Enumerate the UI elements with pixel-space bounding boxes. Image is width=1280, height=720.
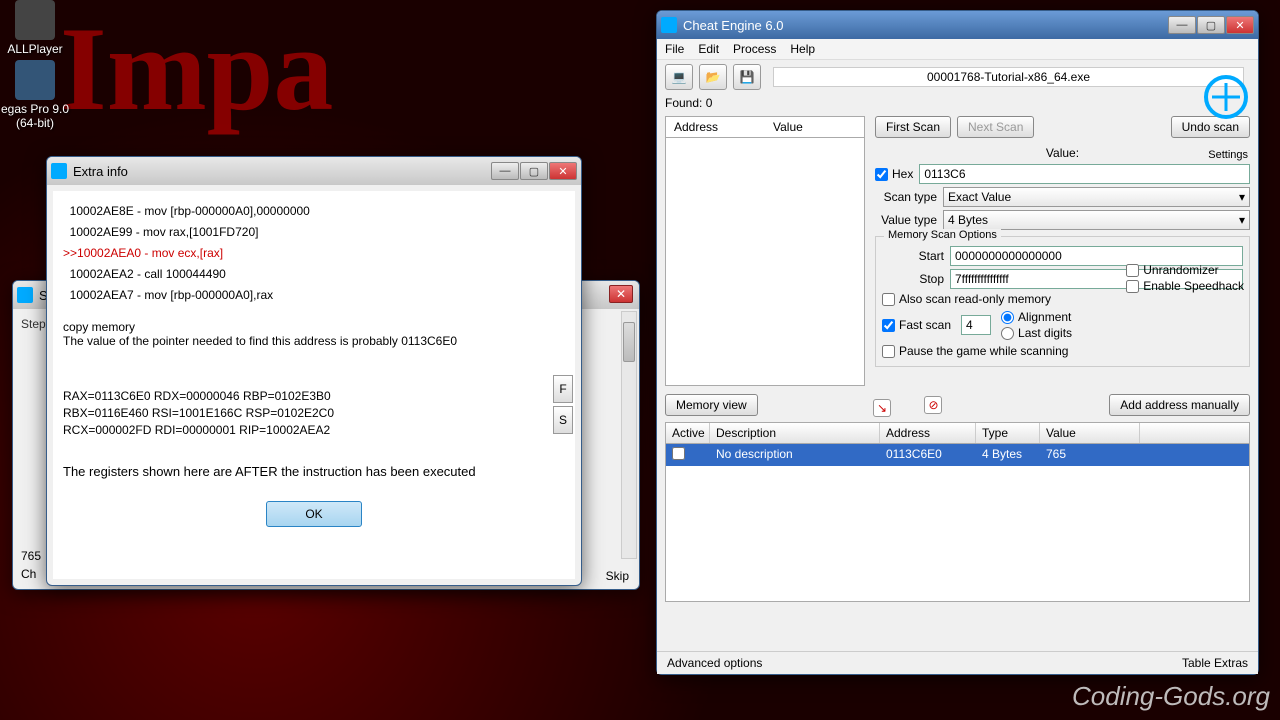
pointer-hint: The value of the pointer needed to find … — [63, 334, 565, 348]
menubar: File Edit Process Help — [657, 39, 1258, 60]
unrandomizer-label: Unrandomizer — [1143, 263, 1218, 277]
maximize-button[interactable]: ▢ — [520, 162, 548, 180]
cell-value[interactable]: 765 — [1040, 444, 1140, 466]
first-scan-button[interactable]: First Scan — [875, 116, 951, 138]
readonly-label: Also scan read-only memory — [899, 292, 1051, 306]
minimize-button[interactable]: — — [491, 162, 519, 180]
desktop-icon-allplayer[interactable]: ALLPlayer — [0, 0, 70, 56]
col-type[interactable]: Type — [976, 423, 1040, 443]
scan-type-label: Scan type — [875, 190, 937, 204]
address-table[interactable]: Active Description Address Type Value No… — [665, 422, 1250, 602]
open-process-button[interactable]: 💻 — [665, 64, 693, 90]
app-icon — [661, 17, 677, 33]
col-description[interactable]: Description — [710, 423, 880, 443]
disassembly: 10002AE8E - mov [rbp-000000A0],00000000 … — [63, 201, 565, 306]
close-button[interactable]: ✕ — [609, 285, 633, 303]
pause-label: Pause the game while scanning — [899, 344, 1068, 358]
add-address-button[interactable]: Add address manually — [1109, 394, 1250, 416]
ok-button[interactable]: OK — [266, 501, 362, 527]
cell-type[interactable]: 4 Bytes — [976, 444, 1040, 466]
icon-label: egas Pro 9.0 (64-bit) — [0, 102, 70, 130]
skip-button[interactable]: Skip — [606, 569, 629, 583]
lastdigits-radio[interactable] — [1001, 327, 1014, 340]
tutorial-value: 765 — [21, 549, 41, 563]
s-button[interactable]: S — [553, 406, 573, 434]
register-note: The registers shown here are AFTER the i… — [63, 464, 565, 479]
close-button[interactable]: ✕ — [549, 162, 577, 180]
app-icon — [15, 0, 55, 40]
extra-info-window: Extra info — ▢ ✕ 10002AE8E - mov [rbp-00… — [46, 156, 582, 586]
open-file-button[interactable]: 📂 — [699, 64, 727, 90]
readonly-checkbox[interactable] — [882, 293, 895, 306]
hex-label: Hex — [892, 167, 913, 181]
unrandomizer-checkbox[interactable] — [1126, 264, 1139, 277]
fastscan-checkbox[interactable] — [882, 319, 895, 332]
minimize-button[interactable]: — — [1168, 16, 1196, 34]
lastdigits-label: Last digits — [1018, 326, 1072, 340]
window-title: Extra info — [73, 164, 491, 179]
delete-icon[interactable]: ⊘ — [924, 396, 942, 414]
maximize-button[interactable]: ▢ — [1197, 16, 1225, 34]
app-icon — [15, 60, 55, 100]
tutorial-button[interactable]: Ch — [21, 567, 36, 581]
menu-edit[interactable]: Edit — [698, 42, 719, 56]
results-list[interactable]: Address Value — [665, 116, 865, 386]
menu-help[interactable]: Help — [790, 42, 815, 56]
desktop-icon-vegas[interactable]: egas Pro 9.0 (64-bit) — [0, 60, 70, 130]
value-type-label: Value type — [875, 213, 937, 227]
alignment-radio[interactable] — [1001, 311, 1014, 324]
menu-process[interactable]: Process — [733, 42, 776, 56]
hex-checkbox[interactable] — [875, 168, 888, 181]
speedhack-label: Enable Speedhack — [1143, 279, 1244, 293]
copy-memory-label: copy memory — [63, 320, 565, 334]
col-address[interactable]: Address — [666, 117, 765, 137]
clear-icon[interactable]: ↘ — [873, 399, 891, 417]
icon-label: ALLPlayer — [0, 42, 70, 56]
save-button[interactable]: 💾 — [733, 64, 761, 90]
menu-file[interactable]: File — [665, 42, 684, 56]
stop-label: Stop — [882, 272, 944, 286]
col-value[interactable]: Value — [1040, 423, 1140, 443]
window-title: Cheat Engine 6.0 — [683, 18, 1168, 33]
speedhack-checkbox[interactable] — [1126, 280, 1139, 293]
table-row[interactable]: No description 0113C6E0 4 Bytes 765 — [666, 444, 1249, 466]
scrollbar[interactable] — [621, 311, 637, 559]
memory-options-legend: Memory Scan Options — [884, 229, 1001, 241]
app-icon — [17, 287, 33, 303]
fastscan-label: Fast scan — [899, 318, 951, 332]
cheat-engine-window: Cheat Engine 6.0 — ▢ ✕ File Edit Process… — [656, 10, 1259, 675]
f-button[interactable]: F — [553, 375, 573, 403]
value-type-select[interactable]: 4 Bytes — [943, 210, 1250, 230]
col-active[interactable]: Active — [666, 423, 710, 443]
alignment-label: Alignment — [1018, 310, 1071, 324]
registers: RAX=0113C6E0 RDX=00000046 RBP=0102E3B0RB… — [63, 388, 565, 438]
watermark: Coding-Gods.org — [1072, 681, 1270, 712]
cell-description[interactable]: No description — [710, 444, 880, 466]
start-label: Start — [882, 249, 944, 263]
ce-logo-icon[interactable] — [1202, 73, 1250, 121]
process-name: 00001768-Tutorial-x86_64.exe — [773, 67, 1244, 87]
next-scan-button[interactable]: Next Scan — [957, 116, 1034, 138]
found-count: Found: 0 — [657, 94, 1258, 112]
col-address[interactable]: Address — [880, 423, 976, 443]
active-checkbox[interactable] — [672, 447, 685, 460]
scrollbar-thumb[interactable] — [623, 322, 635, 362]
settings-link[interactable]: Settings — [1208, 149, 1248, 161]
table-extras[interactable]: Table Extras — [1182, 656, 1248, 670]
advanced-options[interactable]: Advanced options — [667, 656, 762, 670]
wallpaper-text: Impa — [60, 0, 333, 138]
value-label: Value: — [875, 146, 1250, 160]
memory-view-button[interactable]: Memory view — [665, 394, 758, 416]
cell-address[interactable]: 0113C6E0 — [880, 444, 976, 466]
close-button[interactable]: ✕ — [1226, 16, 1254, 34]
alignment-input[interactable] — [961, 315, 991, 335]
col-value[interactable]: Value — [765, 117, 864, 137]
app-icon — [51, 163, 67, 179]
value-input[interactable] — [919, 164, 1250, 184]
scan-type-select[interactable]: Exact Value — [943, 187, 1250, 207]
pause-checkbox[interactable] — [882, 345, 895, 358]
